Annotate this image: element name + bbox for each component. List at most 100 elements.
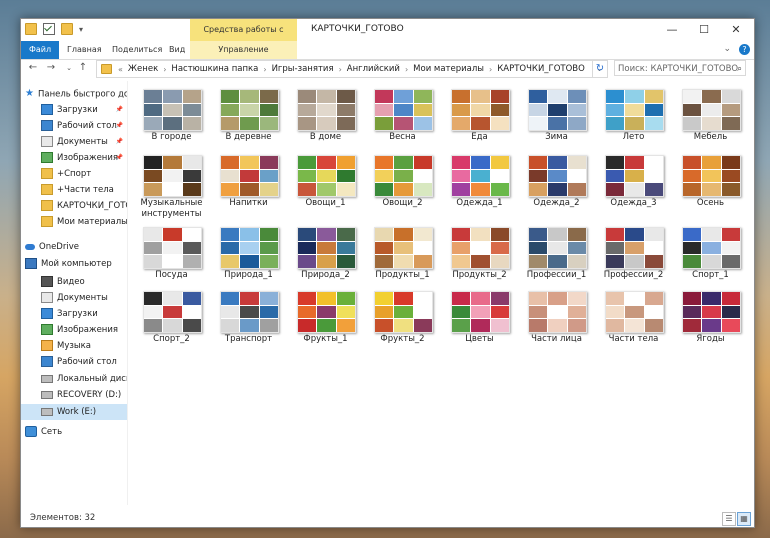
quick-access-toolbar: ▾ (25, 23, 83, 35)
minimize-button[interactable]: — (656, 19, 688, 41)
tab-manage[interactable]: Управление (190, 41, 297, 59)
folder-item[interactable]: Одежда_2 (518, 151, 595, 215)
folder-item[interactable]: Еда (441, 85, 518, 149)
sidebar-item[interactable]: КАРТОЧКИ_ГОТОВО (21, 198, 127, 214)
pin-icon: 📌 (115, 106, 123, 113)
file-list[interactable]: В городе В деревне В доме Весна Еда Зима Лето М… (133, 81, 750, 505)
folder-item[interactable]: Части тела (595, 287, 672, 351)
folder-item[interactable]: Фрукты_2 (364, 287, 441, 351)
sidebar-item[interactable]: OneDrive (21, 239, 127, 255)
sidebar-item[interactable]: Изображения (21, 322, 127, 338)
sidebar-item[interactable]: Рабочий стол (21, 354, 127, 370)
breadcrumb-segment[interactable]: Английский (344, 64, 403, 74)
sidebar-item[interactable]: Локальный диск (C:) (21, 371, 127, 387)
folder-item[interactable]: Фрукты_1 (287, 287, 364, 351)
sidebar-item[interactable]: Мои материалы (21, 214, 127, 230)
sidebar-item[interactable]: ★Панель быстрого доступа (21, 86, 127, 102)
new-folder-icon[interactable] (61, 23, 73, 35)
recent-locations-icon[interactable]: ⌄ (63, 62, 75, 74)
window-title: КАРТОЧКИ_ГОТОВО (311, 24, 404, 34)
folder-item[interactable]: Ягоды (672, 287, 749, 351)
sidebar-item[interactable]: Загрузки 📌 (21, 102, 127, 118)
properties-icon[interactable] (43, 23, 55, 35)
folder-item[interactable]: В городе (133, 85, 210, 149)
sidebar-item[interactable]: RECOVERY (D:) (21, 387, 127, 403)
folder-item[interactable]: В доме (287, 85, 364, 149)
sidebar-item[interactable]: +Спорт (21, 166, 127, 182)
close-button[interactable]: ✕ (720, 19, 752, 41)
folder-item[interactable]: Цветы (441, 287, 518, 351)
sidebar-item[interactable]: Загрузки (21, 306, 127, 322)
folder-item[interactable]: Природа_2 (287, 223, 364, 287)
breadcrumb-segment[interactable]: Женек (125, 64, 161, 74)
folder-item[interactable]: Мебель (672, 85, 749, 149)
folder-name: Фрукты_2 (380, 334, 425, 344)
sidebar-item-label: Изображения (57, 153, 119, 163)
qat-dropdown-icon[interactable]: ▾ (79, 25, 83, 34)
sidebar-item[interactable]: Work (E:) (21, 404, 127, 420)
folder-thumbnail (682, 155, 741, 197)
folder-item[interactable]: Музыкальные инструменты (133, 151, 210, 219)
breadcrumb-segment-current[interactable]: КАРТОЧКИ_ГОТОВО (494, 64, 588, 74)
sidebar-item[interactable]: +Части тела (21, 182, 127, 198)
breadcrumb-chevron-icon[interactable]: › (403, 65, 410, 74)
sidebar-item[interactable]: Мой компьютер (21, 256, 127, 272)
folder-item[interactable]: Весна (364, 85, 441, 149)
folder-item[interactable]: В деревне (210, 85, 287, 149)
folder-item[interactable]: Части лица (518, 287, 595, 351)
address-bar[interactable]: « Женек › Настюшкина папка › Игры-занятия ›… (96, 60, 608, 78)
folder-item[interactable]: Продукты_2 (441, 223, 518, 287)
folder-item[interactable]: Профессии_2 (595, 223, 672, 287)
tab-home[interactable]: Главная (59, 41, 110, 59)
folder-item[interactable]: Осень (672, 151, 749, 215)
breadcrumb-chevron-icon[interactable]: › (487, 65, 494, 74)
ribbon-collapse-icon[interactable]: ⌄ (723, 44, 731, 55)
thumbnails-view-button[interactable]: ▦ (737, 512, 751, 526)
folder-thumbnail (528, 89, 587, 131)
folder-item[interactable]: Овощи_2 (364, 151, 441, 215)
tab-view[interactable]: Вид (161, 41, 193, 59)
breadcrumb-segment[interactable]: Игры-занятия (269, 64, 337, 74)
breadcrumb-segment[interactable]: Мои материалы (410, 64, 487, 74)
folder-item[interactable]: Напитки (210, 151, 287, 215)
back-button[interactable]: ← (27, 62, 39, 74)
folder-item[interactable]: Спорт_2 (133, 287, 210, 351)
details-view-button[interactable]: ☰ (722, 512, 736, 526)
folder-item[interactable]: Природа_1 (210, 223, 287, 287)
sidebar-item[interactable]: Изображения 📌 (21, 150, 127, 166)
up-button[interactable]: ↑ (77, 62, 89, 74)
refresh-button[interactable]: ↻ (592, 60, 608, 78)
folder-item[interactable]: Лето (595, 85, 672, 149)
tab-file[interactable]: Файл (21, 41, 59, 59)
folder-item[interactable]: Одежда_3 (595, 151, 672, 215)
navigation-pane[interactable]: ★Панель быстрого доступаЗагрузки📌Рабочий… (21, 81, 128, 505)
sidebar-item-label: OneDrive (39, 242, 79, 252)
folder-item[interactable]: Профессии_1 (518, 223, 595, 287)
maximize-button[interactable]: ☐ (688, 19, 720, 41)
folder-name: В деревне (225, 132, 272, 142)
sidebar-item-label: Загрузки (57, 309, 98, 319)
folder-thumbnail (143, 89, 202, 131)
folder-item[interactable]: Продукты_1 (364, 223, 441, 287)
folder-item[interactable]: Транспорт (210, 287, 287, 351)
search-input[interactable]: Поиск: КАРТОЧКИ_ГОТОВО ⌕ (614, 60, 746, 76)
sidebar-item[interactable]: Рабочий стол 📌 (21, 118, 127, 134)
forward-button[interactable]: → (45, 62, 57, 74)
breadcrumb-chevron-icon[interactable]: › (161, 65, 168, 74)
sidebar-item[interactable]: Сеть (21, 424, 127, 440)
folder-item[interactable]: Овощи_1 (287, 151, 364, 215)
breadcrumb-segment[interactable]: Настюшкина папка (168, 64, 261, 74)
sidebar-item[interactable]: Видео (21, 274, 127, 290)
sidebar-item[interactable]: Документы (21, 290, 127, 306)
folder-item[interactable]: Одежда_1 (441, 151, 518, 215)
search-icon[interactable]: ⌕ (737, 61, 742, 77)
sidebar-item[interactable]: Документы 📌 (21, 134, 127, 150)
folder-item[interactable]: Посуда (133, 223, 210, 287)
address-overflow[interactable]: « (116, 65, 125, 74)
breadcrumb-chevron-icon[interactable]: › (337, 65, 344, 74)
folder-item[interactable]: Спорт_1 (672, 223, 749, 287)
help-icon[interactable]: ? (739, 44, 750, 55)
folder-item[interactable]: Зима (518, 85, 595, 149)
breadcrumb-chevron-icon[interactable]: › (261, 65, 268, 74)
sidebar-item[interactable]: Музыка (21, 338, 127, 354)
